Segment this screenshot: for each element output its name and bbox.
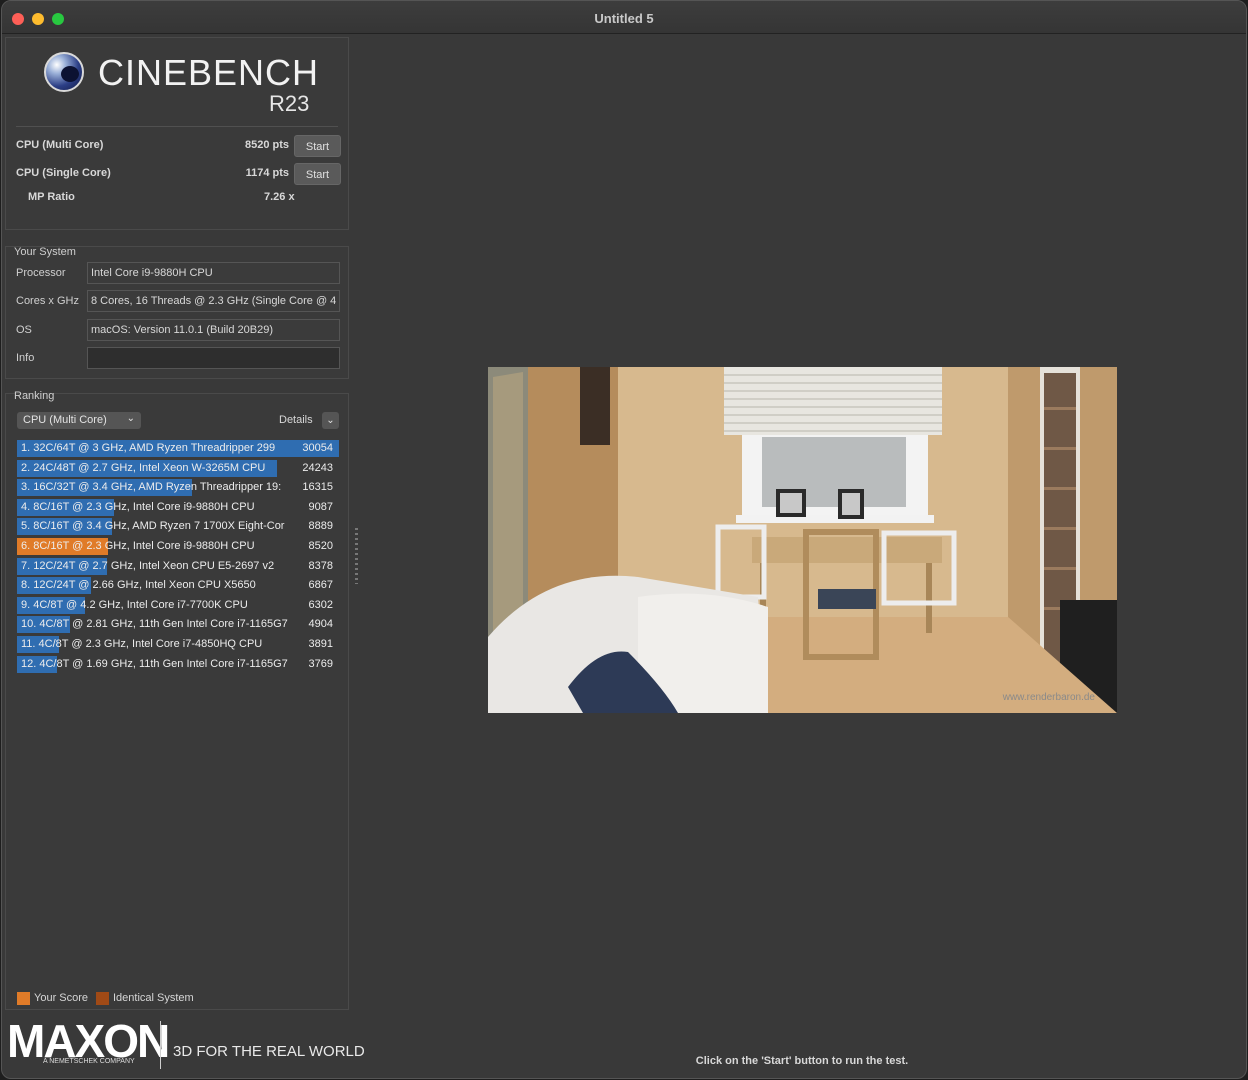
cores-label: Cores x GHz — [16, 295, 79, 307]
ranking-cpu-name: 5. 8C/16T @ 3.4 GHz, AMD Ryzen 7 1700X E… — [21, 520, 285, 533]
ranking-cpu-name: 8. 12C/24T @ 2.66 GHz, Intel Xeon CPU X5… — [21, 579, 256, 592]
multi-core-score: 8520 pts — [244, 139, 289, 151]
multi-core-start-button[interactable]: Start — [294, 135, 341, 157]
multi-core-label: CPU (Multi Core) — [16, 139, 104, 151]
system-row-cores: Cores x GHz 8 Cores, 16 Threads @ 2.3 GH… — [6, 290, 350, 312]
ranking-row[interactable]: 11. 4C/8T @ 2.3 GHz, Intel Core i7-4850H… — [17, 635, 339, 655]
ranking-row[interactable]: 8. 12C/24T @ 2.66 GHz, Intel Xeon CPU X5… — [17, 576, 339, 596]
mp-ratio-label: MP Ratio — [28, 191, 75, 203]
ranking-score: 8378 — [308, 559, 333, 572]
ranking-score: 9087 — [308, 500, 333, 513]
your-score-legend: Your Score — [34, 992, 89, 1004]
mp-ratio-value: 7.26 x — [264, 191, 295, 203]
brand-version: R23 — [269, 91, 310, 116]
your-score-swatch — [17, 992, 30, 1005]
ranking-list: 1. 32C/64T @ 3 GHz, AMD Ryzen Threadripp… — [17, 439, 339, 674]
ranking-panel: Ranking CPU (Multi Core) ⌄ Details ⌄ 1. … — [5, 390, 349, 1010]
info-field[interactable] — [87, 347, 340, 369]
processor-label: Processor — [16, 267, 66, 279]
ranking-score: 24243 — [302, 461, 333, 474]
render-watermark: www.renderbaron.de — [1002, 692, 1095, 703]
ranking-score: 3769 — [308, 657, 333, 670]
ranking-row[interactable]: 2. 24C/48T @ 2.7 GHz, Intel Xeon W-3265M… — [17, 459, 339, 479]
ranking-score: 30054 — [302, 442, 333, 454]
multi-core-row: CPU (Multi Core) 8520 pts Start — [16, 135, 341, 157]
ranking-cpu-name: 1. 32C/64T @ 3 GHz, AMD Ryzen Threadripp… — [21, 442, 276, 454]
ranking-score: 8520 — [308, 539, 333, 552]
ranking-cpu-name: 4. 8C/16T @ 2.3 GHz, Intel Core i9-9880H… — [21, 500, 255, 513]
ranking-row[interactable]: 5. 8C/16T @ 3.4 GHz, AMD Ryzen 7 1700X E… — [17, 517, 339, 537]
os-label: OS — [16, 324, 32, 336]
ranking-score: 6302 — [308, 598, 333, 611]
render-preview-image: www.renderbaron.de — [488, 367, 1117, 713]
ranking-score: 3891 — [308, 637, 333, 650]
processor-field[interactable]: Intel Core i9-9880H CPU — [87, 262, 340, 284]
identical-system-legend: Identical System — [113, 992, 194, 1004]
ranking-row[interactable]: 6. 8C/16T @ 2.3 GHz, Intel Core i9-9880H… — [17, 537, 339, 557]
ranking-row[interactable]: 12. 4C/8T @ 1.69 GHz, 11th Gen Intel Cor… — [17, 655, 339, 675]
identical-system-swatch — [96, 992, 109, 1005]
system-row-os: OS macOS: Version 11.0.1 (Build 20B29) — [6, 319, 350, 341]
details-toggle-button[interactable]: ⌄ — [322, 412, 339, 429]
ranking-row[interactable]: 3. 16C/32T @ 3.4 GHz, AMD Ryzen Threadri… — [17, 478, 339, 498]
ranking-score: 16315 — [302, 481, 333, 494]
ranking-cpu-name: 3. 16C/32T @ 3.4 GHz, AMD Ryzen Threadri… — [21, 481, 282, 494]
room-scene-illustration — [488, 367, 1117, 713]
ranking-row[interactable]: 9. 4C/8T @ 4.2 GHz, Intel Core i7-7700K … — [17, 596, 339, 616]
status-message: Click on the 'Start' button to run the t… — [695, 1055, 909, 1067]
ranking-title: Ranking — [14, 390, 55, 402]
ranking-score: 8889 — [308, 520, 333, 533]
info-label: Info — [16, 352, 35, 364]
ranking-score: 4904 — [308, 618, 333, 631]
splitter-handle[interactable] — [355, 528, 358, 584]
ranking-cpu-name: 10. 4C/8T @ 2.81 GHz, 11th Gen Intel Cor… — [21, 618, 288, 631]
brand-name: CINEBENCH — [98, 52, 320, 93]
ranking-score: 6867 — [308, 579, 333, 592]
single-core-start-button[interactable]: Start — [294, 163, 341, 185]
benchmark-panel: CINEBENCH R23 CPU (Multi Core) 8520 pts … — [5, 37, 349, 230]
ranking-cpu-name: 2. 24C/48T @ 2.7 GHz, Intel Xeon W-3265M… — [21, 461, 266, 474]
single-core-label: CPU (Single Core) — [16, 167, 111, 179]
ranking-cpu-name: 6. 8C/16T @ 2.3 GHz, Intel Core i9-9880H… — [21, 539, 255, 552]
system-title: Your System — [14, 246, 76, 258]
divider — [16, 126, 338, 127]
ranking-row[interactable]: 4. 8C/16T @ 2.3 GHz, Intel Core i9-9880H… — [17, 498, 339, 518]
ranking-cpu-name: 12. 4C/8T @ 1.69 GHz, 11th Gen Intel Cor… — [21, 657, 288, 670]
system-row-info: Info — [6, 347, 350, 369]
cores-field[interactable]: 8 Cores, 16 Threads @ 2.3 GHz (Single Co… — [87, 290, 340, 312]
system-row-processor: Processor Intel Core i9-9880H CPU — [6, 262, 350, 284]
window-title: Untitled 5 — [594, 11, 654, 26]
ranking-row[interactable]: 1. 32C/64T @ 3 GHz, AMD Ryzen Threadripp… — [17, 439, 339, 459]
single-core-score: 1174 pts — [245, 167, 289, 179]
os-field[interactable]: macOS: Version 11.0.1 (Build 20B29) — [87, 319, 340, 341]
system-panel: Your System Processor Intel Core i9-9880… — [5, 246, 349, 379]
ranking-cpu-name: 7. 12C/24T @ 2.7 GHz, Intel Xeon CPU E5-… — [21, 559, 275, 572]
ranking-cpu-name: 11. 4C/8T @ 2.3 GHz, Intel Core i7-4850H… — [21, 637, 263, 650]
ranking-mode-value: CPU (Multi Core) — [23, 414, 107, 426]
ranking-cpu-name: 9. 4C/8T @ 4.2 GHz, Intel Core i7-7700K … — [21, 598, 248, 611]
single-core-row: CPU (Single Core) 1174 pts Start — [16, 163, 341, 185]
ranking-row[interactable]: 7. 12C/24T @ 2.7 GHz, Intel Xeon CPU E5-… — [17, 557, 339, 577]
chevron-down-icon: ⌄ — [126, 413, 135, 424]
ranking-row[interactable]: 10. 4C/8T @ 2.81 GHz, 11th Gen Intel Cor… — [17, 615, 339, 635]
cinebench-logo-icon — [44, 52, 84, 92]
title-bar: Untitled 5 — [2, 1, 1246, 34]
ranking-mode-select[interactable]: CPU (Multi Core) ⌄ — [17, 412, 141, 429]
details-label: Details — [279, 414, 313, 426]
